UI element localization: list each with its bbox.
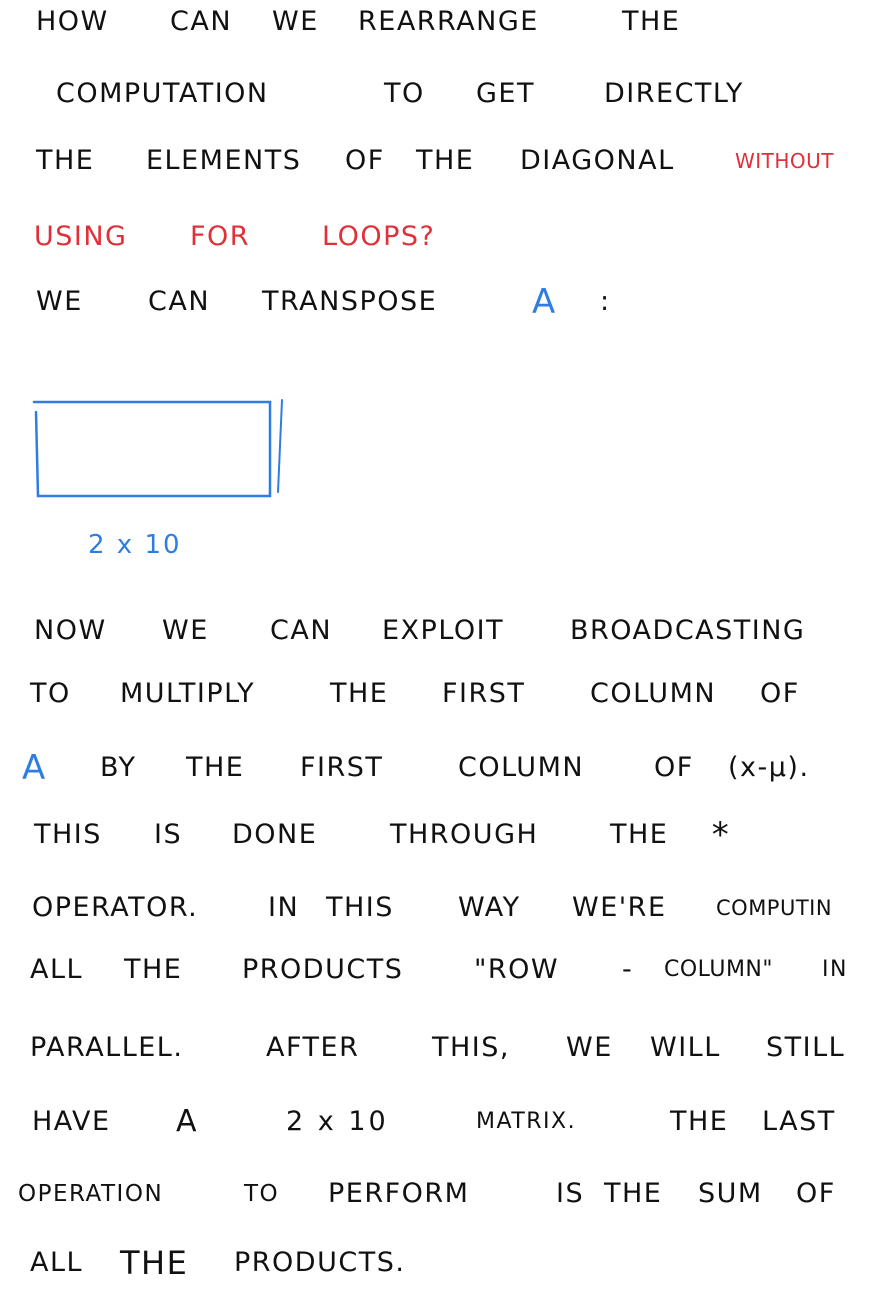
word: 2 x 10 (286, 1106, 389, 1137)
word: PRODUCTS. (234, 1247, 406, 1278)
text-line-11: ALL THE PRODUCTS "ROW - COLUMN" IN (0, 933, 887, 1007)
word: OF (654, 752, 694, 783)
word: ALL (30, 954, 84, 985)
word: WILL (650, 1032, 721, 1063)
word: LAST (762, 1106, 836, 1137)
word: OF (796, 1178, 836, 1209)
word: IS (154, 819, 183, 850)
word: THIS (34, 819, 102, 850)
word: THE (120, 1244, 189, 1282)
x-minus-mu-expression: (x-μ). (728, 752, 810, 783)
word: SUM (698, 1178, 763, 1209)
word: ALL (30, 1247, 84, 1278)
word: WE (566, 1032, 613, 1063)
word: THROUGH (390, 819, 539, 850)
word: OPERATION (18, 1181, 164, 1207)
matrix-rectangle-stroke (277, 399, 283, 493)
word: FIRST (300, 752, 384, 783)
text-line-14: OPERATION TO PERFORM IS THE SUM OF (0, 1157, 887, 1231)
word: THE (604, 1178, 663, 1209)
matrix-dimension-label: 2 x 10 (88, 530, 182, 560)
word: IS (556, 1178, 585, 1209)
text-line-7: TO MULTIPLY THE FIRST COLUMN OF (0, 657, 887, 731)
word: PRODUCTS (242, 954, 404, 985)
word: - (622, 954, 634, 985)
word: PERFORM (328, 1178, 470, 1209)
word: THE (124, 954, 183, 985)
word: FIRST (442, 678, 526, 709)
word: THE (330, 678, 389, 709)
word: THE (186, 752, 245, 783)
text-line-8: A BY THE FIRST COLUMN OF (x-μ). (0, 731, 887, 805)
word: "ROW (474, 954, 560, 985)
word: COLUMN (458, 752, 585, 783)
text-line-12: PARALLEL. AFTER THIS, WE WILL STILL (0, 1011, 887, 1085)
word: MATRIX. (476, 1109, 577, 1134)
word: COLUMN (590, 678, 717, 709)
word: HAVE (32, 1106, 111, 1137)
text-line-13: HAVE A 2 x 10 MATRIX. THE LAST (0, 1085, 887, 1159)
word: TO (30, 678, 71, 709)
word: COLUMN" (664, 957, 773, 982)
word: TO (244, 1181, 280, 1207)
matrix-rectangle (32, 400, 272, 498)
word: BY (100, 752, 137, 783)
word: STILL (766, 1032, 846, 1063)
word: DONE (232, 819, 318, 850)
word: MULTIPLY (120, 678, 256, 709)
word: AFTER (266, 1032, 360, 1063)
text-line-15: ALL THE PRODUCTS. (0, 1226, 887, 1300)
word: THE (610, 819, 669, 850)
word: IN (822, 957, 848, 982)
matrix-a-symbol: A (22, 748, 47, 788)
word: OF (760, 678, 800, 709)
text-line-9: THIS IS DONE THROUGH THE * (0, 798, 887, 872)
word: A (176, 1104, 199, 1139)
word: PARALLEL. (30, 1032, 184, 1063)
word: THIS, (432, 1032, 510, 1063)
word: THE (670, 1106, 729, 1137)
asterisk-operator: * (710, 815, 732, 855)
